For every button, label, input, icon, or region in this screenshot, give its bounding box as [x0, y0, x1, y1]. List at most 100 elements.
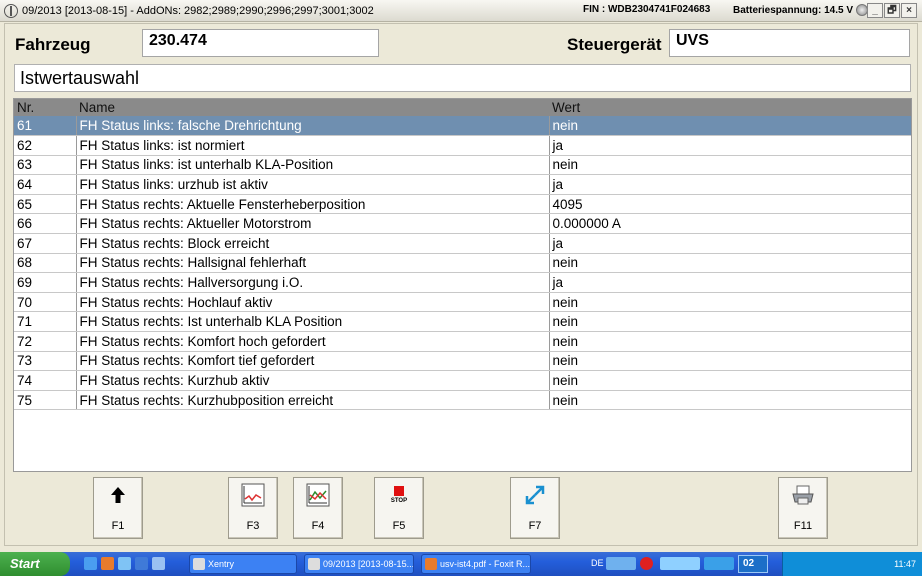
table-row[interactable]: 62 FH Status links: ist normiert ja	[14, 135, 911, 156]
quicklaunch-icon-1[interactable]	[84, 557, 97, 570]
language-indicator[interactable]: DE	[591, 558, 604, 568]
table-row[interactable]: 71 FH Status rechts: Ist unterhalb KLA Po…	[14, 311, 911, 333]
cell-wert: nein	[549, 311, 911, 333]
column-header-name[interactable]: Name	[76, 99, 549, 116]
stop-icon: STOP	[375, 478, 423, 512]
cell-name: FH Status rechts: Komfort hoch gefordert	[76, 331, 550, 352]
window-title: 09/2013 [2013-08-15] - AddONs: 2982;2989…	[22, 4, 374, 17]
mercedes-task-icon	[308, 558, 320, 570]
f4-label: F4	[311, 520, 325, 532]
tray-car-icon[interactable]	[704, 557, 734, 570]
f4-button[interactable]: F4	[293, 477, 343, 539]
mercedes-logo-icon	[4, 3, 18, 18]
cell-nr: 73	[14, 351, 77, 372]
system-tray: 11:47	[782, 552, 922, 576]
table-row[interactable]: 70 FH Status rechts: Hochlauf aktiv nein	[14, 292, 911, 313]
pdf-icon	[425, 558, 437, 570]
table-row[interactable]: 65 FH Status rechts: Aktuelle Fensterhebe…	[14, 194, 911, 215]
cell-name: FH Status links: ist unterhalb KLA-Posit…	[76, 155, 550, 176]
cell-nr: 67	[14, 233, 77, 254]
cell-wert: nein	[549, 370, 911, 391]
title-bar: 09/2013 [2013-08-15] - AddONs: 2982;2989…	[0, 0, 922, 22]
stop-square	[394, 486, 404, 496]
quicklaunch-icon-5[interactable]	[152, 557, 165, 570]
cell-nr: 64	[14, 174, 77, 195]
cell-name: FH Status rechts: Ist unterhalb KLA Posi…	[76, 311, 550, 333]
table-row[interactable]: 67 FH Status rechts: Block erreicht ja	[14, 233, 911, 254]
f7-label: F7	[528, 520, 542, 532]
battery-voltage-text: Batteriespannung: 14.5 V	[733, 4, 854, 16]
tray-device-icon[interactable]	[606, 557, 636, 570]
table-row[interactable]: 66 FH Status rechts: Aktueller Motorstrom…	[14, 213, 911, 235]
table-row[interactable]: 72 FH Status rechts: Komfort hoch geforde…	[14, 331, 911, 352]
chart-icon	[229, 478, 277, 512]
start-button[interactable]: Start	[0, 552, 70, 576]
column-header-nr[interactable]: Nr.	[14, 99, 76, 116]
cell-nr: 70	[14, 292, 77, 313]
taskbar: Start Xentry 09/2013 [2013-08-15... usv-…	[0, 552, 922, 576]
istwert-table-container[interactable]: Nr. Name Wert 61 FH Status links: falsche…	[13, 98, 912, 472]
quicklaunch-icon-2[interactable]	[101, 557, 114, 570]
steuergeraet-label: Steuergerät	[567, 35, 662, 54]
section-title: Istwertauswahl	[14, 64, 911, 92]
f3-label: F3	[246, 520, 260, 532]
cell-wert: nein	[549, 351, 911, 372]
task-xentry-window[interactable]: 09/2013 [2013-08-15...	[304, 554, 414, 574]
cell-wert: ja	[549, 272, 911, 293]
task-xentry-label: Xentry	[208, 559, 235, 569]
restore-button[interactable]: 🗗	[884, 3, 900, 18]
cell-wert: nein	[549, 331, 911, 352]
cell-wert: 4095	[549, 194, 911, 215]
table-row[interactable]: 73 FH Status rechts: Komfort tief geforde…	[14, 351, 911, 372]
f5-label: F5	[392, 520, 406, 532]
quicklaunch-icon-3[interactable]	[118, 557, 131, 570]
no-entry-icon[interactable]	[640, 557, 653, 570]
f1-button[interactable]: F1	[93, 477, 143, 539]
cell-name: FH Status rechts: Aktuelle Fensterheberp…	[76, 194, 550, 215]
f1-label: F1	[111, 520, 125, 532]
cell-name: FH Status rechts: Kurzhubposition erreic…	[76, 390, 550, 411]
f3-button[interactable]: F3	[228, 477, 278, 539]
task-foxit[interactable]: usv-ist4.pdf - Foxit R...	[421, 554, 531, 574]
f7-button[interactable]: F7	[510, 477, 560, 539]
cell-name: FH Status rechts: Aktueller Motorstrom	[76, 213, 550, 235]
steuergeraet-field: UVS	[669, 29, 910, 57]
cell-wert: ja	[549, 233, 911, 254]
cell-wert: ja	[549, 174, 911, 195]
cell-wert: nein	[549, 116, 911, 137]
minimize-button[interactable]: _	[867, 3, 883, 18]
table-row[interactable]: 64 FH Status links: urzhub ist aktiv ja	[14, 174, 911, 195]
cell-name: FH Status rechts: Komfort tief gefordert	[76, 351, 550, 372]
cell-wert: ja	[549, 135, 911, 156]
tray-apps-icon[interactable]	[660, 557, 700, 570]
f11-label: F11	[793, 520, 813, 532]
column-header-wert[interactable]: Wert	[549, 99, 911, 116]
cell-wert: 0.000000 A	[549, 213, 911, 235]
table-row[interactable]: 75 FH Status rechts: Kurzhubposition erre…	[14, 390, 911, 411]
battery-voltage: Batteriespannung: 14.5 V	[733, 4, 869, 16]
cell-name: FH Status rechts: Block erreicht	[76, 233, 550, 254]
close-button[interactable]: ×	[901, 3, 917, 18]
table-row[interactable]: 63 FH Status links: ist unterhalb KLA-Pos…	[14, 155, 911, 176]
cell-name: FH Status links: falsche Drehrichtung	[76, 116, 550, 137]
cell-nr: 74	[14, 370, 77, 391]
cell-nr: 69	[14, 272, 77, 293]
fahrzeug-field: 230.474	[142, 29, 379, 57]
badge-counter[interactable]: 02	[738, 555, 768, 573]
fin-label: FIN : WDB2304741F024683	[583, 4, 711, 15]
cell-wert: nein	[549, 253, 911, 274]
table-row[interactable]: 69 FH Status rechts: Hallversorgung i.O. j…	[14, 272, 911, 293]
fahrzeug-label: Fahrzeug	[15, 35, 91, 54]
ie-icon[interactable]	[135, 557, 148, 570]
f11-button[interactable]: F11	[778, 477, 828, 539]
cell-name: FH Status rechts: Hallsignal fehlerhaft	[76, 253, 550, 274]
task-xentry[interactable]: Xentry	[189, 554, 297, 574]
arrow-up-icon	[94, 478, 142, 512]
cell-nr: 72	[14, 331, 77, 352]
xentry-icon	[193, 558, 205, 570]
table-row[interactable]: 68 FH Status rechts: Hallsignal fehlerhaf…	[14, 253, 911, 274]
clock[interactable]: 11:47	[894, 559, 916, 569]
table-row[interactable]: 74 FH Status rechts: Kurzhub aktiv nein	[14, 370, 911, 391]
f5-button[interactable]: STOP F5	[374, 477, 424, 539]
table-row[interactable]: 61 FH Status links: falsche Drehrichtung n…	[14, 116, 911, 137]
